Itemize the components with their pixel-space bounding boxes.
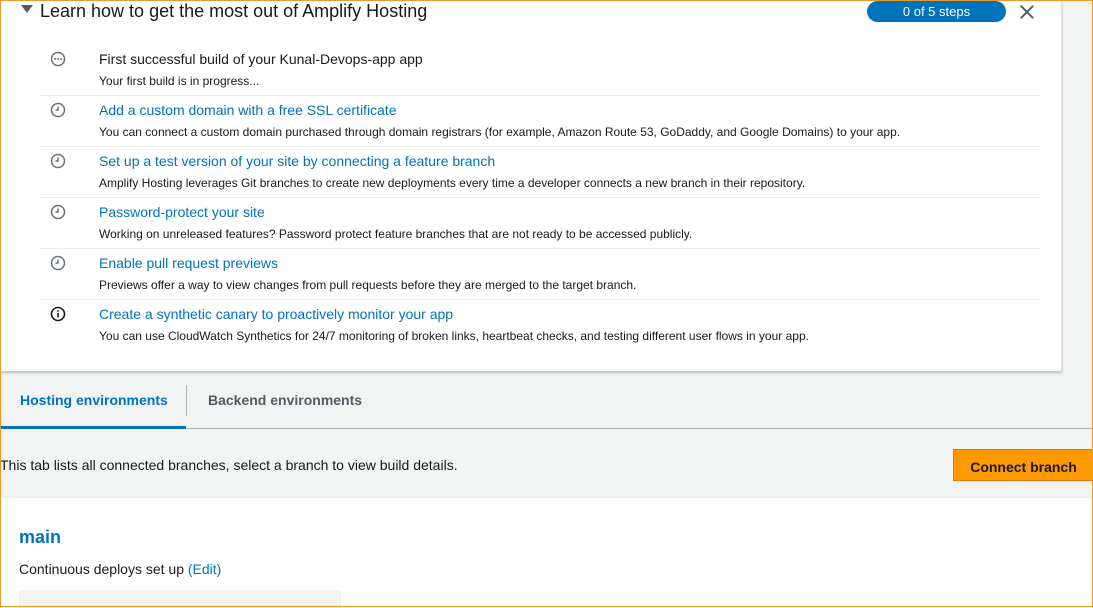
step-description: Working on unreleased features? Password… (99, 227, 693, 241)
panel-title[interactable]: Learn how to get the most out of Amplify… (40, 0, 427, 22)
step-item: Enable pull request previews Previews of… (40, 248, 1040, 300)
connect-branch-button[interactable]: Connect branch (953, 449, 1093, 481)
step-title: First successful build of your Kunal-Dev… (99, 51, 423, 67)
step-title-link[interactable]: Set up a test version of your site by co… (99, 152, 495, 170)
tab-backend-environments[interactable]: Backend environments (187, 373, 377, 428)
steps-progress-badge: 0 of 5 steps complete (867, 1, 1006, 40)
panel-header: Learn how to get the most out of Amplify… (0, 0, 1061, 40)
step-item: Add a custom domain with a free SSL cert… (40, 95, 1040, 147)
tab-label: Backend environments (208, 392, 363, 408)
active-tab-indicator (0, 426, 186, 429)
step-title-link[interactable]: Password-protect your site (99, 203, 265, 221)
step-description: You can connect a custom domain purchase… (99, 125, 901, 139)
step-item: Create a synthetic canary to proactively… (40, 299, 1040, 350)
environment-tabs: Hosting environments Backend environment… (0, 373, 1093, 429)
getting-started-panel: Learn how to get the most out of Amplify… (0, 0, 1062, 372)
pending-clock-icon (50, 204, 66, 220)
tab-label: Hosting environments (20, 392, 168, 408)
step-description: Previews offer a way to view changes fro… (99, 278, 637, 292)
step-item: Password-protect your site Working on un… (40, 197, 1040, 249)
in-progress-icon (50, 51, 66, 67)
tab-hosting-environments[interactable]: Hosting environments (0, 373, 186, 429)
branch-status: Continuous deploys set up (Edit) (19, 561, 221, 578)
pending-clock-icon (50, 255, 66, 271)
pending-clock-icon (50, 102, 66, 118)
step-item: First successful build of your Kunal-Dev… (40, 44, 1040, 96)
info-icon (50, 306, 66, 322)
step-description: Amplify Hosting leverages Git branches t… (99, 176, 806, 190)
branch-status-text: Continuous deploys set up (19, 561, 184, 577)
step-title-link[interactable]: Create a synthetic canary to proactively… (99, 305, 453, 323)
step-title-link[interactable]: Enable pull request previews (99, 254, 278, 272)
step-description: Your first build is in progress... (99, 74, 260, 88)
hosting-info-text: This tab lists all connected branches, s… (0, 457, 458, 473)
step-title-link[interactable]: Add a custom domain with a free SSL cert… (99, 101, 397, 119)
branch-preview-thumbnail[interactable] (19, 590, 341, 608)
branch-name-link[interactable]: main (19, 526, 61, 548)
pending-clock-icon (50, 153, 66, 169)
branch-card: main Continuous deploys set up (Edit) (0, 497, 1093, 608)
edit-link[interactable]: (Edit) (188, 561, 221, 577)
step-description: You can use CloudWatch Synthetics for 24… (99, 329, 809, 343)
close-icon[interactable] (1016, 1, 1038, 23)
step-item: Set up a test version of your site by co… (40, 146, 1040, 198)
caret-down-icon[interactable] (21, 5, 33, 13)
